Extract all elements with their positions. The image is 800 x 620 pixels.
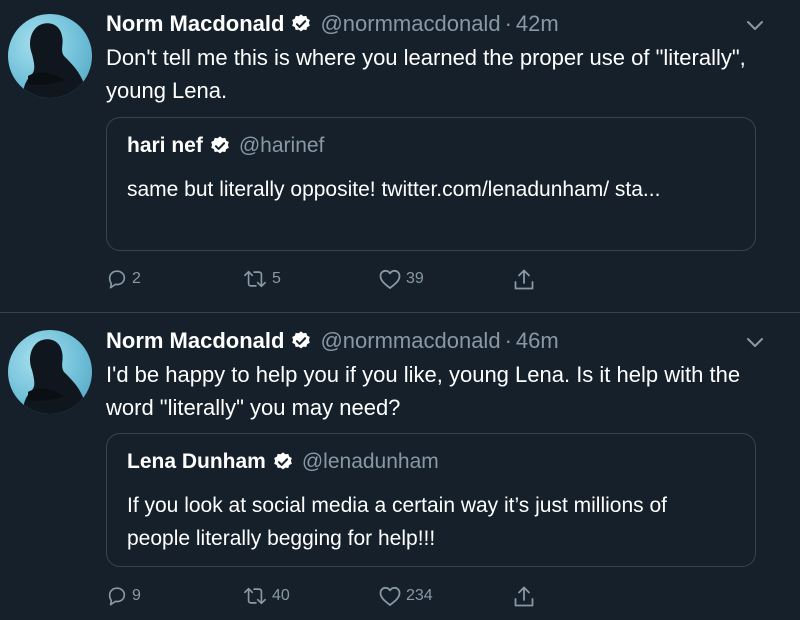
- quoted-tweet-text: same but literally opposite! twitter.com…: [127, 178, 661, 201]
- tweet[interactable]: Norm Macdonald @normmacdonald · 42m Don'…: [0, 0, 800, 313]
- reply-count: 2: [132, 270, 141, 287]
- author-handle[interactable]: @normmacdonald: [320, 328, 500, 354]
- separator-dot: ·: [504, 11, 512, 36]
- share-button[interactable]: [512, 268, 536, 292]
- reply-button[interactable]: 9: [106, 585, 141, 607]
- reply-icon: [108, 270, 126, 289]
- author-name[interactable]: Norm Macdonald: [106, 328, 284, 354]
- like-button[interactable]: 39: [378, 268, 424, 290]
- verified-badge-icon: [274, 452, 292, 470]
- avatar[interactable]: [8, 330, 92, 414]
- reply-icon: [108, 587, 126, 606]
- tweet-text: I'd be happy to help you if you like, yo…: [106, 362, 741, 420]
- quoted-author-name: Lena Dunham: [127, 450, 266, 473]
- tweet[interactable]: Norm Macdonald @normmacdonald · 46m I'd …: [0, 313, 800, 620]
- share-button[interactable]: [512, 585, 536, 609]
- tweet-text: Don't tell me this is where you learned …: [106, 45, 746, 103]
- quoted-tweet-text: If you look at social media a certain wa…: [127, 494, 668, 550]
- share-icon: [514, 269, 534, 290]
- quoted-author-name: hari nef: [127, 134, 203, 157]
- avatar[interactable]: [8, 14, 92, 98]
- author-handle[interactable]: @normmacdonald: [320, 11, 500, 37]
- retweet-count: 40: [272, 587, 290, 604]
- verified-badge-icon: [292, 331, 311, 349]
- reply-button[interactable]: 2: [106, 268, 141, 290]
- avatar-silhouette: [23, 23, 88, 98]
- author-name[interactable]: Norm Macdonald: [106, 11, 284, 37]
- timestamp[interactable]: 42m: [516, 11, 559, 37]
- quoted-tweet[interactable]: hari nef @harinef same but literally opp…: [106, 117, 756, 251]
- like-count: 39: [406, 270, 424, 287]
- quoted-author-handle: @harinef: [238, 134, 325, 157]
- quoted-tweet-header: hari nef @harinef: [127, 134, 324, 158]
- retweet-icon: [244, 270, 266, 288]
- retweet-button[interactable]: 5: [242, 268, 281, 290]
- tweet-header: Norm Macdonald @normmacdonald · 46m: [106, 324, 559, 358]
- share-icon: [514, 586, 534, 607]
- chevron-down-icon[interactable]: [746, 20, 764, 32]
- quoted-tweet[interactable]: Lena Dunham @lenadunham If you look at s…: [106, 433, 756, 567]
- tweet-header: Norm Macdonald @normmacdonald · 42m: [106, 7, 559, 41]
- quoted-tweet-header: Lena Dunham @lenadunham: [127, 450, 439, 474]
- chevron-down-icon[interactable]: [746, 337, 764, 349]
- heart-icon: [379, 269, 401, 289]
- verified-badge-icon: [211, 136, 229, 154]
- like-count: 234: [406, 587, 433, 604]
- quoted-author-handle: @lenadunham: [301, 450, 439, 473]
- avatar-silhouette: [23, 339, 89, 414]
- retweet-button[interactable]: 40: [242, 585, 290, 607]
- verified-badge-icon: [292, 14, 311, 32]
- retweet-count: 5: [272, 270, 281, 287]
- heart-icon: [379, 586, 401, 606]
- retweet-icon: [244, 587, 266, 605]
- reply-count: 9: [132, 587, 141, 604]
- separator-dot: ·: [504, 328, 512, 353]
- timestamp[interactable]: 46m: [516, 328, 559, 354]
- like-button[interactable]: 234: [378, 585, 433, 607]
